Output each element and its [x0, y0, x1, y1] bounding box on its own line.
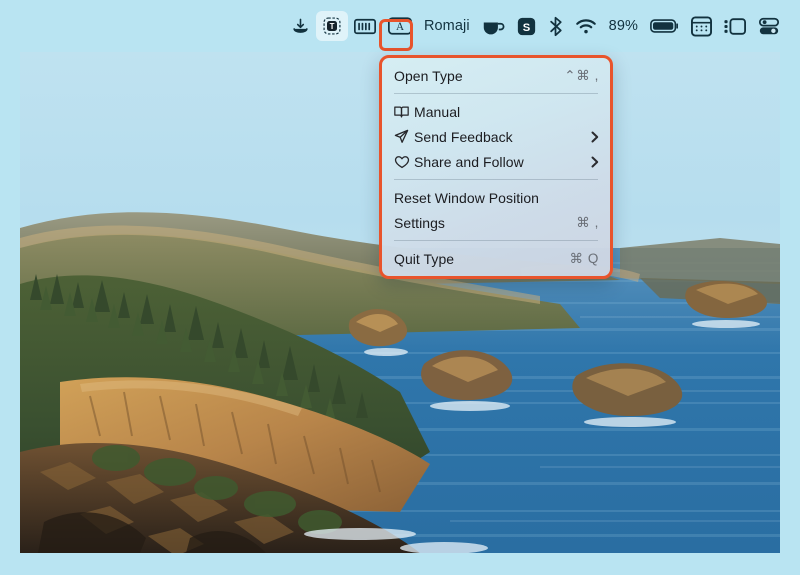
- menu-item-manual[interactable]: Manual: [382, 99, 610, 124]
- input-source-text: Romaji: [423, 18, 470, 34]
- heart-icon: [394, 155, 414, 169]
- menu-item-label: Share and Follow: [414, 153, 524, 170]
- menu-item-open-type[interactable]: Open Type ⌃⌘ ,: [382, 63, 610, 88]
- menu-group-open: Open Type ⌃⌘ ,: [382, 63, 610, 88]
- menu-item-quit-type[interactable]: Quit Type ⌘ Q: [382, 246, 610, 271]
- menu-item-reset-window-position[interactable]: Reset Window Position: [382, 185, 610, 210]
- menu-bar: T A Romaji S 89%: [0, 0, 800, 52]
- menu-item-shortcut: ⌘ ,: [576, 214, 599, 230]
- menu-group-window: Reset Window Position Settings ⌘ ,: [382, 185, 610, 235]
- menu-item-settings[interactable]: Settings ⌘ ,: [382, 210, 610, 235]
- calendar-icon[interactable]: [685, 11, 718, 41]
- battery-percentage-text: 89%: [608, 18, 638, 34]
- paper-plane-icon: [394, 129, 414, 144]
- menu-item-label: Quit Type: [394, 250, 455, 267]
- chevron-right-icon: [591, 131, 599, 143]
- svg-text:S: S: [522, 21, 530, 33]
- keyboard-icon[interactable]: [348, 11, 382, 41]
- menu-item-label: Settings: [394, 214, 445, 231]
- bluetooth-icon[interactable]: [542, 11, 569, 41]
- menu-item-label: Send Feedback: [414, 128, 513, 145]
- menu-item-shortcut: ⌘ Q: [569, 250, 599, 266]
- svg-text:T: T: [330, 22, 335, 31]
- menu-item-label: Manual: [414, 103, 461, 120]
- chevron-right-icon: [591, 156, 599, 168]
- menu-item-label: Open Type: [394, 67, 463, 84]
- book-icon: [394, 105, 414, 119]
- stage-manager-icon[interactable]: [718, 11, 752, 41]
- wifi-icon[interactable]: [569, 11, 603, 41]
- input-source-label[interactable]: Romaji: [418, 11, 476, 41]
- menu-group-quit: Quit Type ⌘ Q: [382, 246, 610, 271]
- svg-text:A: A: [396, 21, 404, 33]
- download-icon[interactable]: [285, 11, 316, 41]
- control-center-icon[interactable]: [752, 11, 786, 41]
- type-app-status-icon[interactable]: T: [315, 11, 348, 41]
- menu-separator: [394, 93, 598, 94]
- menu-item-label: Reset Window Position: [394, 189, 540, 206]
- type-status-menu: Open Type ⌃⌘ , Manual Send Feedback Shar…: [379, 55, 613, 279]
- menu-separator: [394, 240, 598, 241]
- s-app-icon[interactable]: S: [511, 11, 542, 41]
- battery-icon[interactable]: [644, 11, 685, 41]
- menu-group-help: Manual Send Feedback Share and Follow: [382, 99, 610, 174]
- menu-item-shortcut: ⌃⌘ ,: [564, 67, 599, 83]
- battery-percentage: 89%: [603, 11, 644, 41]
- coffee-icon[interactable]: [476, 11, 511, 41]
- menu-separator: [394, 179, 598, 180]
- input-source-a-icon[interactable]: A: [382, 11, 418, 41]
- menu-item-send-feedback[interactable]: Send Feedback: [382, 124, 610, 149]
- screen: T A Romaji S 89% Open Type ⌃⌘ , Manual S…: [0, 0, 800, 575]
- menu-item-share-and-follow[interactable]: Share and Follow: [382, 149, 610, 174]
